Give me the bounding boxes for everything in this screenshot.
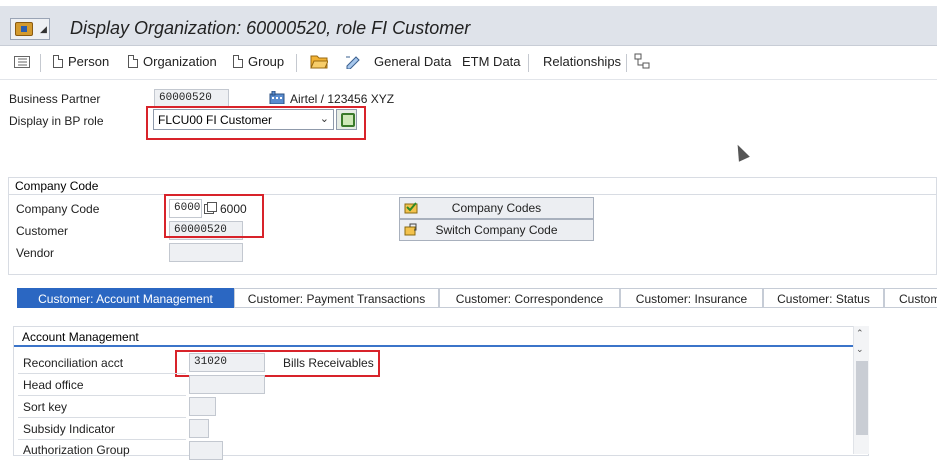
business-partner-label: Business Partner [9, 92, 101, 106]
scroll-down-icon[interactable]: ⌄ [856, 344, 864, 355]
etm-data-button[interactable]: ETM Data [462, 54, 521, 69]
company-codes-button[interactable]: Company Codes [399, 197, 594, 219]
relationships-button[interactable]: Relationships [543, 54, 621, 69]
switch-company-code-button[interactable]: Switch Company Code [399, 219, 594, 241]
row-divider [18, 417, 186, 418]
sort-key-label: Sort key [23, 400, 68, 414]
tab-more[interactable]: Custom [884, 288, 937, 308]
edit-toggle-icon[interactable] [344, 53, 362, 72]
vendor-field[interactable] [169, 243, 243, 262]
company-code-label: Company Code [16, 202, 100, 216]
menu-arrow-icon: ◢ [40, 24, 47, 34]
top-strip [0, 0, 937, 6]
row-divider [18, 439, 186, 440]
group-button[interactable]: Group [233, 54, 284, 69]
highlight-box [146, 106, 366, 140]
reconciliation-label: Reconciliation acct [23, 356, 124, 370]
subsidy-indicator-label: Subsidy Indicator [23, 422, 116, 436]
hierarchy-icon[interactable] [634, 53, 650, 72]
highlight-box [164, 194, 264, 238]
tab-status[interactable]: Customer: Status [763, 288, 884, 308]
toolbar-separator [626, 54, 627, 72]
scroll-thumb[interactable] [856, 361, 868, 435]
tab-insurance[interactable]: Customer: Insurance [620, 288, 763, 308]
sort-key-field[interactable] [189, 397, 216, 416]
organization-button[interactable]: Organization [128, 54, 217, 69]
toolbar-separator [528, 54, 529, 72]
checkmark-icon [404, 201, 418, 214]
toolbar-separator [296, 54, 297, 72]
business-partner-description: Airtel / 123456 XYZ [290, 92, 395, 106]
head-office-field[interactable] [189, 375, 265, 394]
scroll-up-icon[interactable]: ⌃ [856, 328, 864, 339]
window-title: Display Organization: 60000520, role FI … [70, 18, 471, 38]
display-role-label: Display in BP role [9, 114, 104, 128]
person-button[interactable]: Person [53, 54, 109, 69]
document-icon [233, 55, 243, 68]
subsidy-indicator-field[interactable] [189, 419, 209, 438]
head-office-label: Head office [23, 378, 84, 392]
authorization-group-label: Authorization Group [23, 443, 130, 457]
system-menu-button[interactable]: ◢ [10, 18, 50, 40]
row-divider [18, 373, 186, 374]
document-icon [53, 55, 63, 68]
tab-payment-transactions[interactable]: Customer: Payment Transactions [234, 288, 439, 308]
row-divider [18, 395, 186, 396]
account-management-title: Account Management [14, 329, 854, 347]
company-code-title: Company Code [8, 177, 937, 195]
tab-account-management[interactable]: Customer: Account Management [17, 288, 234, 308]
switch-icon [404, 223, 418, 236]
transaction-icon [15, 22, 33, 36]
customer-label: Customer [16, 224, 69, 238]
vendor-label: Vendor [16, 246, 55, 260]
authorization-group-field[interactable] [189, 441, 223, 460]
list-icon[interactable] [14, 56, 30, 71]
mouse-cursor-icon [732, 142, 750, 162]
organization-icon [269, 90, 285, 107]
highlight-box [175, 350, 380, 377]
general-data-button[interactable]: General Data [374, 54, 451, 69]
toolbar-separator [40, 54, 41, 72]
open-folder-icon[interactable] [310, 53, 329, 72]
document-icon [128, 55, 138, 68]
tab-correspondence[interactable]: Customer: Correspondence [439, 288, 620, 308]
